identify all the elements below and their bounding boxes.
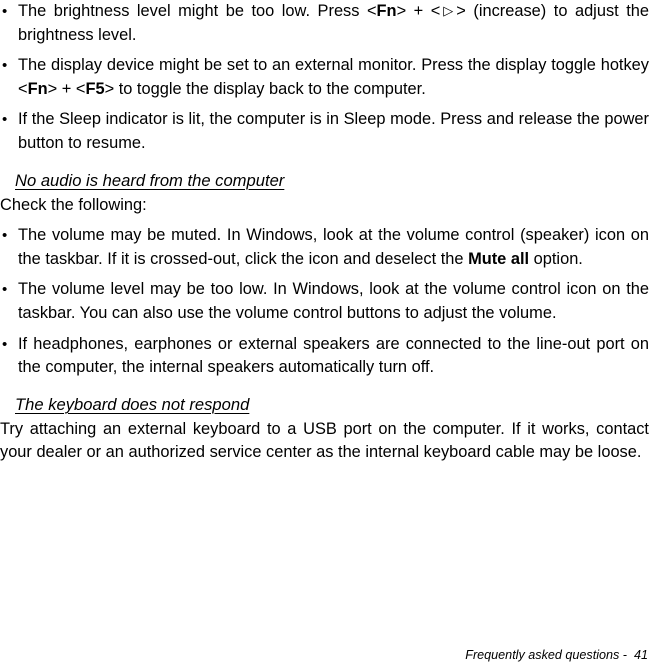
bullet-text-brightness: The brightness level might be too low. P… xyxy=(18,2,649,44)
bullet-icon: • xyxy=(2,111,8,129)
bullet-text-sleep-indicator: If the Sleep indicator is lit, the compu… xyxy=(18,110,649,152)
bullet-text-headphones: If headphones, earphones or external spe… xyxy=(18,334,649,377)
display-troubleshooting-list: • The brightness level might be too low.… xyxy=(0,0,649,156)
key-f5: F5 xyxy=(85,79,105,98)
page-content: • The brightness level might be too low.… xyxy=(0,0,649,465)
section-heading-keyboard-text: The keyboard does not respond xyxy=(15,394,250,414)
list-item: • The volume level may be too low. In Wi… xyxy=(0,278,649,325)
bullet-text-muted: The volume may be muted. In Windows, loo… xyxy=(18,226,649,268)
list-item: • If headphones, earphones or external s… xyxy=(0,333,649,380)
bullet-text-volume-low: The volume level may be too low. In Wind… xyxy=(18,280,649,322)
bullet-icon: • xyxy=(2,3,8,20)
keyboard-paragraph: Try attaching an external keyboard to a … xyxy=(0,419,649,462)
audio-troubleshooting-list: • The volume may be muted. In Windows, l… xyxy=(0,224,649,380)
list-item: • The volume may be muted. In Windows, l… xyxy=(0,224,649,271)
section-heading-keyboard: The keyboard does not respond xyxy=(0,394,649,416)
section-heading-no-audio: No audio is heard from the computer xyxy=(0,170,649,192)
bullet-icon: • xyxy=(2,57,8,75)
list-item: • The brightness level might be too low.… xyxy=(0,0,649,47)
manual-page: • The brightness level might be too low.… xyxy=(0,0,649,668)
list-item: • The display device might be set to an … xyxy=(0,54,649,101)
bullet-icon: • xyxy=(2,281,8,299)
key-fn: Fn xyxy=(376,2,397,20)
key-fn: Fn xyxy=(27,79,48,98)
page-footer: Frequently asked questions - 41 xyxy=(465,648,648,662)
audio-intro-text: Check the following: xyxy=(0,195,147,214)
bullet-icon: • xyxy=(2,227,8,245)
section-heading-no-audio-text: No audio is heard from the computer xyxy=(15,170,285,190)
triangle-right-icon: ▷ xyxy=(440,3,457,18)
list-item: • If the Sleep indicator is lit, the com… xyxy=(0,108,649,155)
mute-all-option-label: Mute all xyxy=(468,249,530,268)
bullet-icon: • xyxy=(2,335,8,353)
bullet-text-external-monitor: The display device might be set to an ex… xyxy=(18,56,649,98)
